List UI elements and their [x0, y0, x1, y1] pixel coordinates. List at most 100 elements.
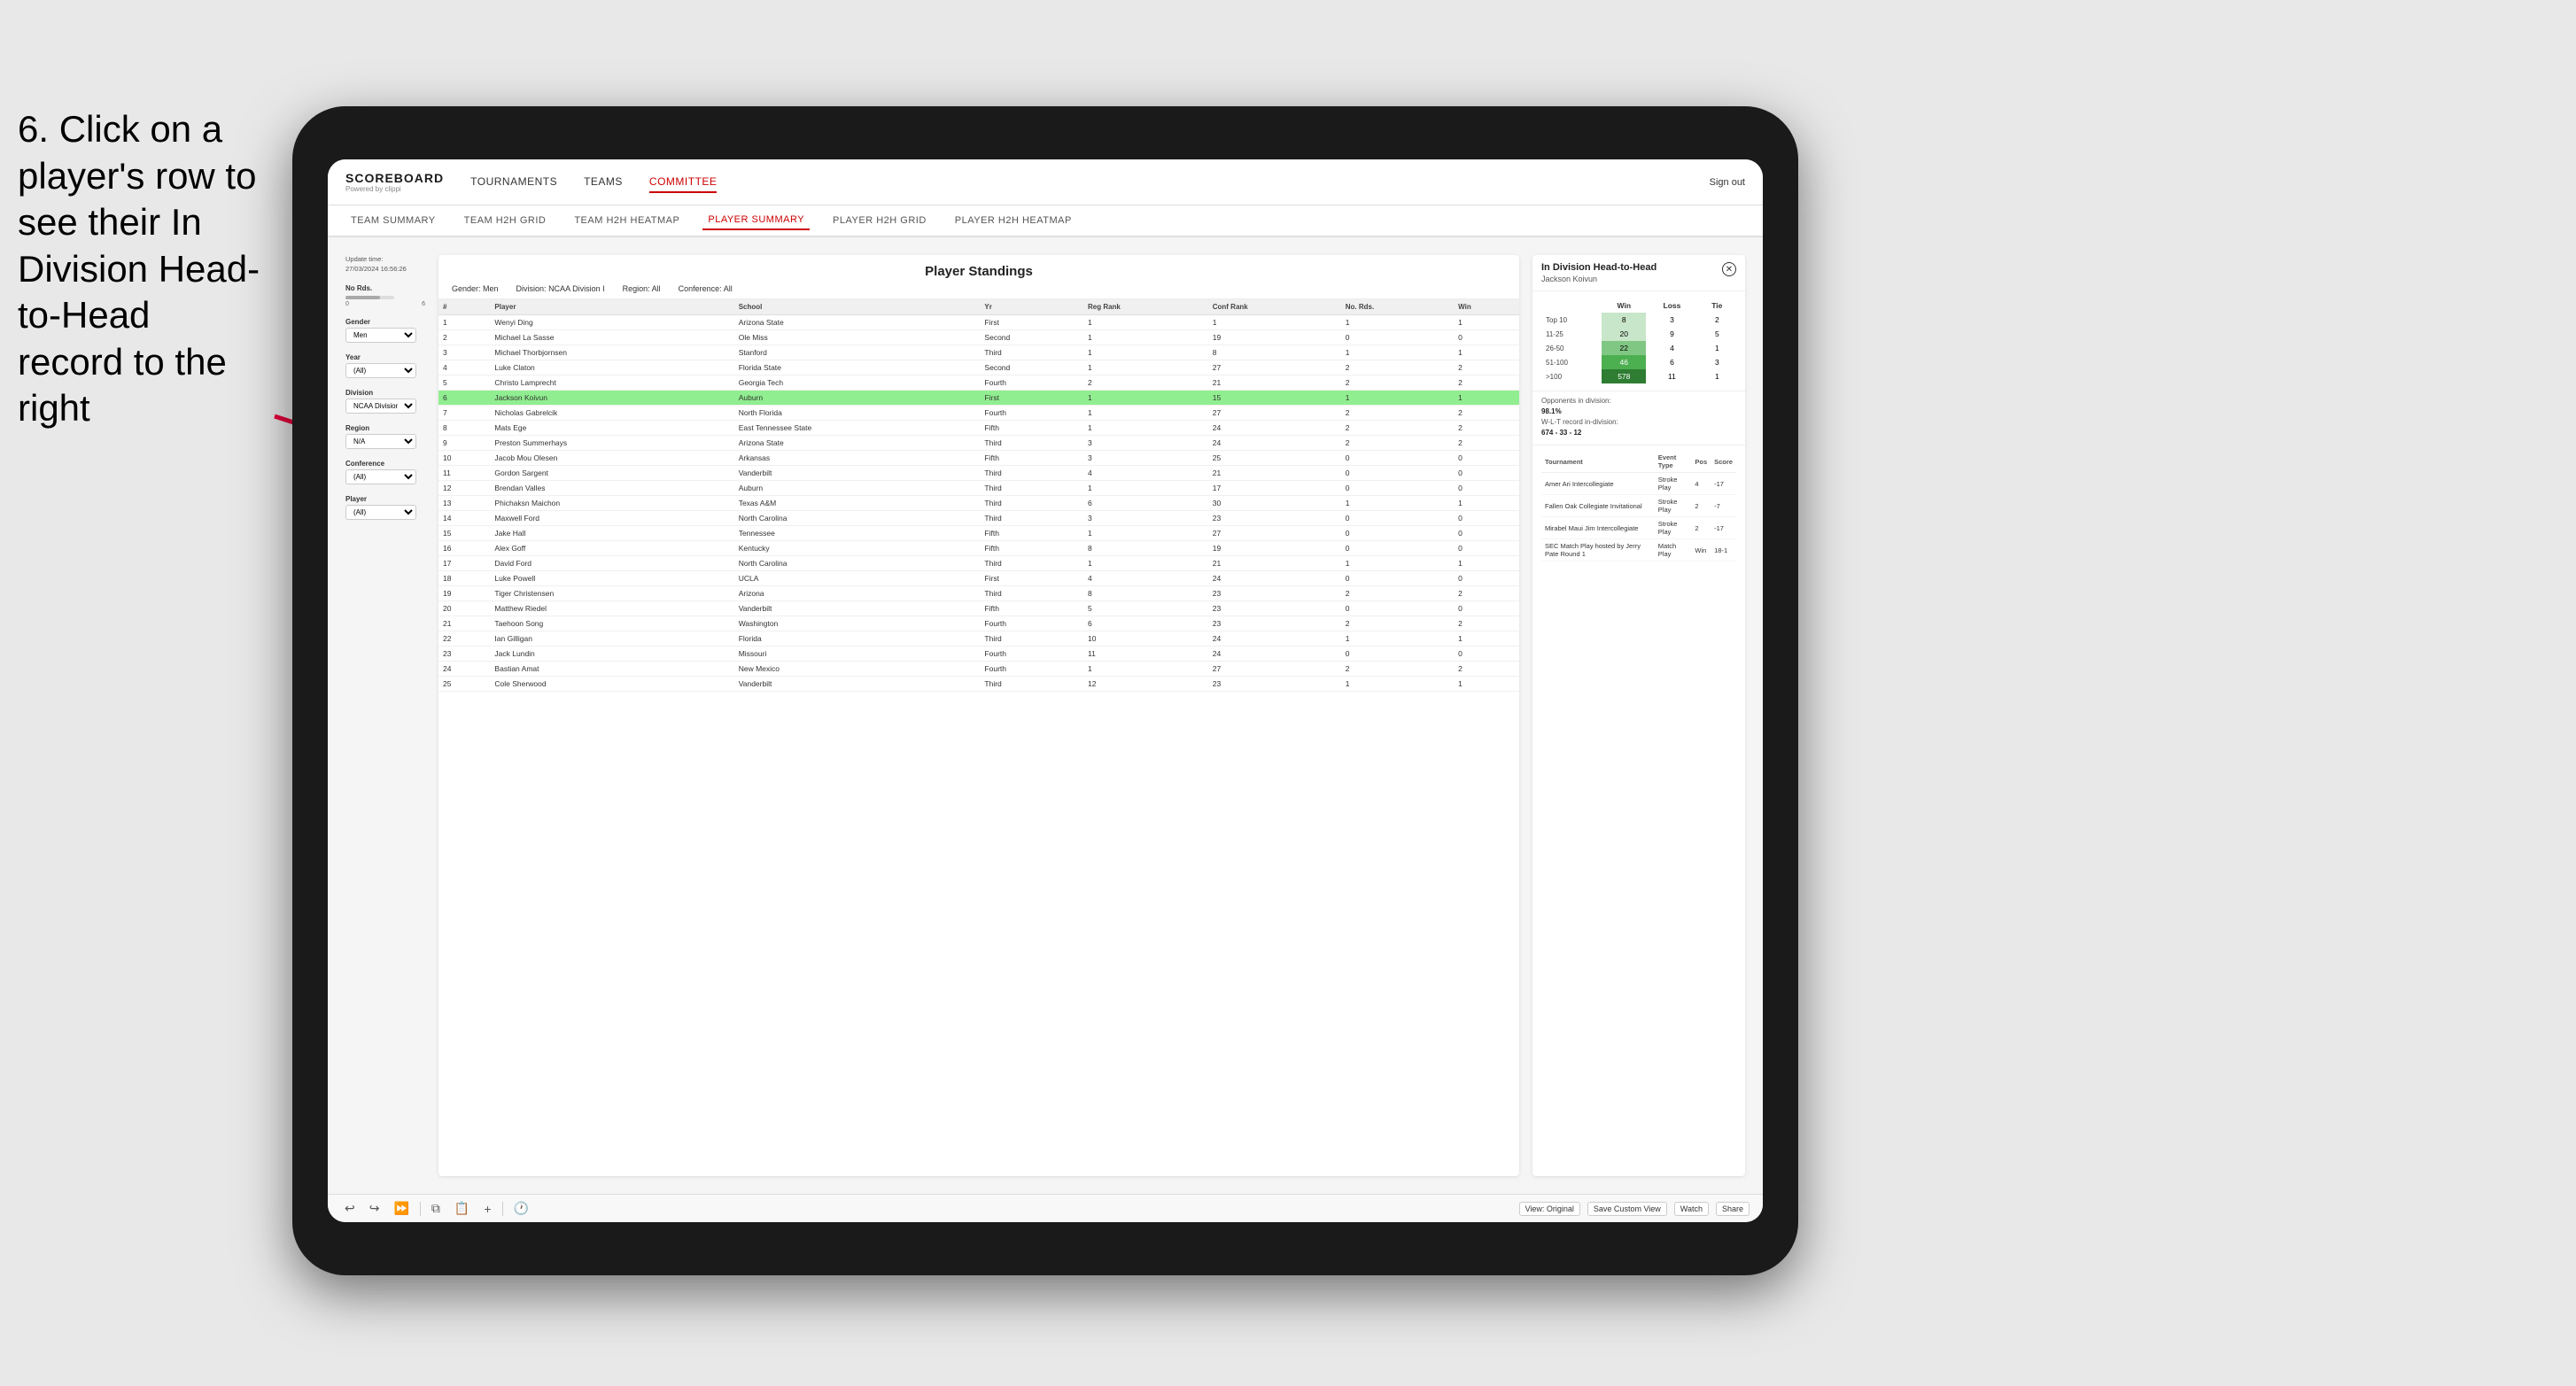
sign-out-button[interactable]: Sign out [1710, 177, 1745, 188]
year-select[interactable]: (All) [345, 363, 416, 378]
row-reg: 6 [1083, 616, 1208, 631]
row-conf: 23 [1208, 616, 1341, 631]
save-custom-button[interactable]: Save Custom View [1587, 1202, 1667, 1216]
row-reg: 11 [1083, 647, 1208, 662]
region-select[interactable]: N/A [345, 434, 416, 449]
row-rds: 1 [1341, 391, 1454, 406]
clock-button[interactable]: 🕐 [510, 1199, 532, 1218]
table-row[interactable]: 21 Taehoon Song Washington Fourth 6 23 2… [438, 616, 1519, 631]
table-row[interactable]: 14 Maxwell Ford North Carolina Third 3 2… [438, 511, 1519, 526]
table-row[interactable]: 8 Mats Ege East Tennessee State Fifth 1 … [438, 421, 1519, 436]
table-row[interactable]: 24 Bastian Amat New Mexico Fourth 1 27 2… [438, 662, 1519, 677]
paste-button[interactable]: 📋 [451, 1199, 473, 1218]
nav-tournaments[interactable]: TOURNAMENTS [470, 172, 557, 193]
table-row[interactable]: 15 Jake Hall Tennessee Fifth 1 27 0 0 [438, 526, 1519, 541]
subnav-player-h2h-heatmap[interactable]: PLAYER H2H HEATMAP [950, 212, 1077, 229]
score-col: Score [1711, 451, 1736, 473]
row-num: 4 [438, 360, 490, 376]
table-row[interactable]: 4 Luke Claton Florida State Second 1 27 … [438, 360, 1519, 376]
row-reg: 3 [1083, 451, 1208, 466]
table-row[interactable]: 18 Luke Powell UCLA First 4 24 0 0 [438, 571, 1519, 586]
h2h-col-rank [1541, 298, 1602, 313]
table-row[interactable]: 17 David Ford North Carolina Third 1 21 … [438, 556, 1519, 571]
table-row[interactable]: 13 Phichaksn Maichon Texas A&M Third 6 3… [438, 496, 1519, 511]
table-row[interactable]: 7 Nicholas Gabrelcik North Florida Fourt… [438, 406, 1519, 421]
subnav-player-summary[interactable]: PLAYER SUMMARY [702, 211, 810, 230]
table-row[interactable]: 3 Michael Thorbjornsen Stanford Third 1 … [438, 345, 1519, 360]
table-row[interactable]: 2 Michael La Sasse Ole Miss Second 1 19 … [438, 330, 1519, 345]
table-row[interactable]: 16 Alex Goff Kentucky Fifth 8 19 0 0 [438, 541, 1519, 556]
row-yr: Third [980, 586, 1083, 601]
opponents-row: Opponents in division: [1541, 397, 1736, 405]
toolbar: ↩ ↪ ⏩ ⧉ 📋 + 🕐 View: Original Save Custom… [328, 1194, 1763, 1222]
h2h-breakdown-table: Win Loss Tie Top 10 8 3 2 [1532, 291, 1745, 391]
division-select[interactable]: NCAA Division I [345, 399, 416, 414]
top-nav: SCOREBOARD Powered by clippi TOURNAMENTS… [328, 159, 1763, 205]
subnav-team-h2h-heatmap[interactable]: TEAM H2H HEATMAP [569, 212, 685, 229]
table-row[interactable]: 23 Jack Lundin Missouri Fourth 11 24 0 0 [438, 647, 1519, 662]
no-rds-slider[interactable]: 06 [345, 296, 425, 307]
row-conf: 19 [1208, 330, 1341, 345]
table-row[interactable]: 20 Matthew Riedel Vanderbilt Fifth 5 23 … [438, 601, 1519, 616]
view-original-button[interactable]: View: Original [1519, 1202, 1580, 1216]
tie-cell: 1 [1698, 341, 1736, 355]
copy-button[interactable]: ⧉ [428, 1199, 444, 1218]
subnav-team-h2h-grid[interactable]: TEAM H2H GRID [459, 212, 552, 229]
row-school: Washington [734, 616, 981, 631]
table-row: >100 578 11 1 [1541, 369, 1736, 383]
wlt-row: W-L-T record in-division: [1541, 418, 1736, 426]
subnav-team-summary[interactable]: TEAM SUMMARY [345, 212, 441, 229]
table-row[interactable]: 1 Wenyi Ding Arizona State First 1 1 1 1 [438, 315, 1519, 330]
nav-teams[interactable]: TEAMS [584, 172, 623, 193]
row-player: Michael Thorbjornsen [490, 345, 733, 360]
row-win: 2 [1454, 662, 1519, 677]
tournament-pos: Win [1691, 539, 1711, 561]
rank-label: 51-100 [1541, 355, 1602, 369]
player-select[interactable]: (All) [345, 505, 416, 520]
tournament-name: Mirabel Maui Jim Intercollegiate [1541, 517, 1655, 539]
row-player: Maxwell Ford [490, 511, 733, 526]
watch-button[interactable]: Watch [1674, 1202, 1709, 1216]
conference-filter-label: Conference: All [679, 284, 733, 293]
subnav-player-h2h-grid[interactable]: PLAYER H2H GRID [827, 212, 932, 229]
table-row[interactable]: 25 Cole Sherwood Vanderbilt Third 12 23 … [438, 677, 1519, 692]
table-row[interactable]: 6 Jackson Koivun Auburn First 1 15 1 1 [438, 391, 1519, 406]
row-school: Auburn [734, 481, 981, 496]
row-win: 1 [1454, 391, 1519, 406]
row-win: 1 [1454, 677, 1519, 692]
row-yr: Third [980, 466, 1083, 481]
row-win: 0 [1454, 601, 1519, 616]
row-school: UCLA [734, 571, 981, 586]
h2h-header: In Division Head-to-Head Jackson Koivun … [1532, 255, 1745, 291]
table-row[interactable]: 5 Christo Lamprecht Georgia Tech Fourth … [438, 376, 1519, 391]
table-row[interactable]: 19 Tiger Christensen Arizona Third 8 23 … [438, 586, 1519, 601]
table-row[interactable]: 22 Ian Gilligan Florida Third 10 24 1 1 [438, 631, 1519, 647]
nav-committee[interactable]: COMMITTEE [649, 172, 718, 193]
row-yr: Third [980, 436, 1083, 451]
row-school: North Florida [734, 406, 981, 421]
undo-button[interactable]: ↩ [341, 1199, 359, 1218]
h2h-close-button[interactable]: ✕ [1722, 262, 1736, 276]
table-row[interactable]: 12 Brendan Valles Auburn Third 1 17 0 0 [438, 481, 1519, 496]
logo-title: SCOREBOARD [345, 171, 444, 185]
standings-table: # Player School Yr Reg Rank Conf Rank No… [438, 299, 1519, 1176]
row-rds: 0 [1341, 526, 1454, 541]
conference-select[interactable]: (All) [345, 469, 416, 484]
row-school: Missouri [734, 647, 981, 662]
tournament-name: SEC Match Play hosted by Jerry Pate Roun… [1541, 539, 1655, 561]
loss-cell: 11 [1646, 369, 1697, 383]
forward-button[interactable]: ⏩ [390, 1199, 412, 1218]
redo-button[interactable]: ↪ [366, 1199, 384, 1218]
share-button[interactable]: Share [1716, 1202, 1750, 1216]
table-row[interactable]: 10 Jacob Mou Olesen Arkansas Fifth 3 25 … [438, 451, 1519, 466]
plus-button[interactable]: + [480, 1200, 494, 1218]
tournament-name: Fallen Oak Collegiate Invitational [1541, 495, 1655, 517]
table-row: 51-100 46 6 3 [1541, 355, 1736, 369]
loss-cell: 3 [1646, 313, 1697, 327]
gender-select[interactable]: Men [345, 328, 416, 343]
standings-header: Player Standings Gender: Men Division: N… [438, 255, 1519, 299]
table-row[interactable]: 9 Preston Summerhays Arizona State Third… [438, 436, 1519, 451]
tournament-row: Amer Ari Intercollegiate Stroke Play 4 -… [1541, 473, 1736, 495]
col-num: # [438, 299, 490, 315]
table-row[interactable]: 11 Gordon Sargent Vanderbilt Third 4 21 … [438, 466, 1519, 481]
